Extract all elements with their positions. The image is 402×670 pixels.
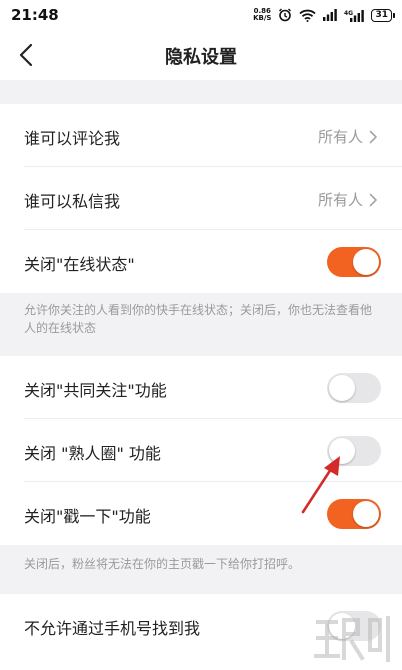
- network-type-label: 4G: [344, 10, 353, 17]
- red-arrow-icon: [301, 456, 340, 514]
- network-speed: 0.86 KB/S: [253, 8, 271, 22]
- online-status-note: 允许你关注的人看到你的快手在线状态；关闭后，你也无法查看他人的在线状态: [24, 303, 373, 335]
- setting-value-message: 所有人: [318, 189, 378, 210]
- chevron-right-icon: [369, 193, 377, 206]
- status-bar: 21:48 0.86 KB/S 4G 31: [0, 0, 402, 30]
- network-speed-unit: KB/S: [253, 14, 272, 22]
- signal-icon: [323, 9, 338, 21]
- setting-row-message[interactable]: 谁可以私信我 所有人: [0, 167, 402, 230]
- mutual-follow-toggle[interactable]: [327, 373, 381, 403]
- setting-row-comment[interactable]: 谁可以评论我 所有人: [0, 104, 402, 167]
- chevron-right-icon: [369, 130, 377, 143]
- status-icons: 0.86 KB/S 4G 31: [253, 6, 395, 24]
- setting-row-online-status: 关闭"在线状态": [0, 230, 402, 293]
- setting-label-poke: 关闭"戳一下"功能: [24, 507, 151, 526]
- alarm-clock-icon: [279, 8, 292, 22]
- signal-4g-icon: 4G: [344, 9, 365, 22]
- setting-label-online-status: 关闭"在线状态": [24, 255, 135, 274]
- setting-value-comment-text: 所有人: [317, 128, 363, 146]
- toggle-knob: [353, 249, 379, 275]
- toggle-knob: [353, 501, 379, 527]
- setting-label-mutual-follow: 关闭"共同关注"功能: [24, 381, 167, 400]
- page-title: 隐私设置: [165, 47, 237, 68]
- toggle-knob: [329, 375, 355, 401]
- online-status-toggle[interactable]: [327, 247, 381, 277]
- battery-icon: 31: [371, 8, 395, 22]
- wifi-icon: [299, 9, 317, 22]
- nav-bar: 隐私设置: [0, 30, 402, 80]
- watermark-logo-icon: [314, 616, 390, 662]
- setting-row-mutual-follow: 关闭"共同关注"功能: [0, 356, 402, 419]
- poke-note: 关闭后，粉丝将无法在你的主页戳一下给你打招呼。: [24, 557, 301, 571]
- setting-label-acquaintance-circle: 关闭 "熟人圈" 功能: [24, 444, 161, 463]
- setting-label-comment: 谁可以评论我: [24, 129, 121, 148]
- setting-value-comment: 所有人: [318, 126, 378, 147]
- status-time: 21:48: [11, 6, 59, 24]
- setting-value-message-text: 所有人: [317, 191, 363, 209]
- setting-label-find-by-phone: 不允许通过手机号找到我: [24, 619, 201, 638]
- setting-label-message: 谁可以私信我: [24, 192, 121, 211]
